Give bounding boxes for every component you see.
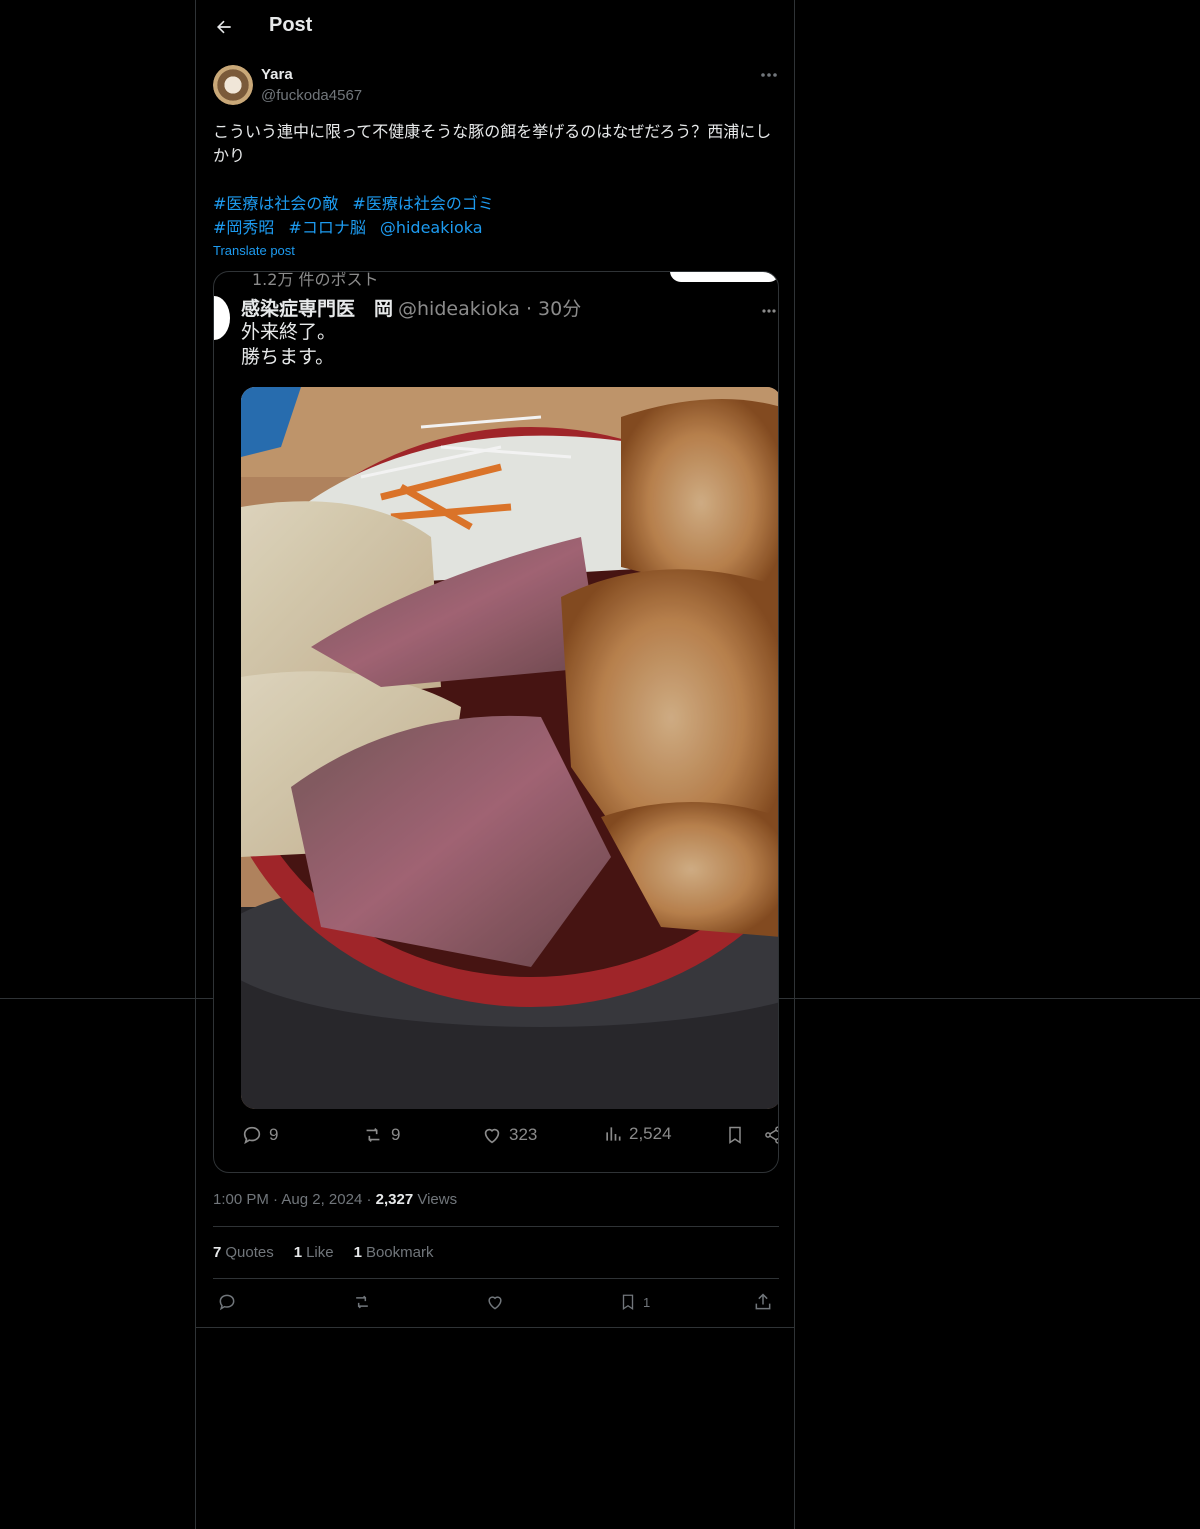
reply-icon — [243, 1126, 261, 1145]
views-label: Views — [417, 1191, 458, 1208]
screenshot-text: 外来終了。 勝ちます。 — [241, 320, 336, 370]
screenshot-reply-count: 9 — [269, 1125, 279, 1144]
post-meta: 1:00 PM · Aug 2, 2024 · 2,327 Views — [213, 1191, 457, 1208]
screenshot-repost-count: 9 — [391, 1125, 401, 1144]
food-photo — [241, 387, 778, 1109]
repost-icon — [356, 1295, 368, 1309]
main-column: Post Yara @fuckoda4567 こういう連中に限って不健康そうな豚… — [195, 0, 795, 1529]
hashtag-link[interactable]: #医療は社会の敵 — [213, 194, 338, 213]
bookmark-icon — [622, 1294, 634, 1311]
screenshot-pill — [670, 272, 778, 282]
post-date[interactable]: Aug 2, 2024 — [281, 1191, 362, 1208]
analytics-icon — [606, 1127, 621, 1141]
divider — [196, 1327, 794, 1328]
screenshot-avatar — [214, 296, 230, 340]
likes-label: Like — [306, 1244, 334, 1261]
bookmark-button[interactable]: 1 — [619, 1292, 650, 1312]
screenshot-views-count: 2,524 — [629, 1124, 672, 1143]
screenshot-handle: @hideakioka · 30分 — [398, 298, 582, 320]
heart-icon — [488, 1296, 502, 1310]
hashtag-link[interactable]: #医療は社会のゴミ — [352, 194, 493, 213]
mention-link[interactable]: @hideakioka — [380, 218, 483, 237]
translate-post-link[interactable]: Translate post — [213, 243, 295, 258]
hashtag-link[interactable]: #コロナ脳 — [288, 218, 365, 237]
views-count: 2,327 — [375, 1191, 414, 1208]
avatar[interactable] — [213, 65, 253, 105]
more-icon — [761, 73, 777, 77]
reply-icon — [219, 1294, 235, 1311]
quotes-count: 7 — [213, 1244, 222, 1261]
page-title: Post — [269, 14, 313, 36]
likes-stat[interactable]: 1 Like — [294, 1244, 334, 1261]
screenshot-like-count: 323 — [509, 1125, 538, 1144]
post-text: こういう連中に限って不健康そうな豚の餌を挙げるのはなぜだろう？西浦にしかり — [213, 122, 772, 165]
back-button[interactable] — [208, 11, 240, 43]
more-options-button[interactable] — [756, 64, 782, 86]
screenshot-like: 323 — [481, 1124, 537, 1146]
heart-icon — [484, 1128, 500, 1144]
screenshot-share — [763, 1124, 778, 1146]
reply-button[interactable] — [217, 1292, 237, 1312]
back-arrow-icon — [217, 20, 231, 34]
screenshot-name: 感染症専門医 岡 — [241, 298, 394, 320]
engagement-stats: 7 Quotes 1 Like 1 Bookmark — [213, 1244, 453, 1261]
bookmarks-label: Bookmark — [365, 1244, 434, 1261]
share-icon — [755, 1293, 771, 1310]
share-icon — [765, 1126, 778, 1144]
screenshot-reply: 9 — [241, 1124, 278, 1146]
post-tags: #医療は社会の敵 #医療は社会のゴミ #岡秀昭 #コロナ脳 @hideakioka — [213, 192, 779, 240]
bookmarks-count: 1 — [353, 1244, 362, 1261]
meta-separator: · — [366, 1191, 376, 1208]
divider — [213, 1278, 779, 1279]
share-button[interactable] — [753, 1292, 773, 1312]
bookmarks-stat[interactable]: 1 Bookmark — [354, 1244, 434, 1261]
author-name[interactable]: Yara — [261, 66, 293, 83]
screenshot-more-icon — [762, 300, 776, 318]
bookmark-count: 1 — [643, 1294, 651, 1310]
author-handle[interactable]: @fuckoda4567 — [261, 87, 362, 104]
screenshot-repost: 9 — [361, 1124, 400, 1146]
screenshot-top-label: 1.2万 件のポスト — [252, 271, 379, 289]
quotes-stat[interactable]: 7 Quotes — [213, 1244, 274, 1261]
quotes-label: Quotes — [225, 1244, 274, 1261]
screenshot-action-bar: 9 9 323 2,524 — [241, 1124, 778, 1154]
likes-count: 1 — [293, 1244, 303, 1261]
post-image[interactable]: 1.2万 件のポスト 感染症専門医 岡 @hideakioka · 30分 外来… — [213, 271, 779, 1173]
screenshot-text-line: 外来終了。 — [241, 321, 337, 343]
action-bar: 1 — [213, 1290, 779, 1318]
screenshot-views: 2,524 — [603, 1124, 672, 1144]
divider — [213, 1226, 779, 1227]
post-time[interactable]: 1:00 PM — [213, 1191, 269, 1208]
like-button[interactable] — [485, 1292, 505, 1312]
bookmark-icon — [729, 1126, 741, 1144]
top-bar: Post — [196, 0, 794, 54]
repost-button[interactable] — [351, 1292, 373, 1312]
screenshot-text-line: 勝ちます。 — [241, 346, 335, 368]
hashtag-link[interactable]: #岡秀昭 — [213, 218, 274, 237]
repost-icon — [366, 1127, 380, 1143]
screenshot-bookmark — [725, 1124, 745, 1146]
